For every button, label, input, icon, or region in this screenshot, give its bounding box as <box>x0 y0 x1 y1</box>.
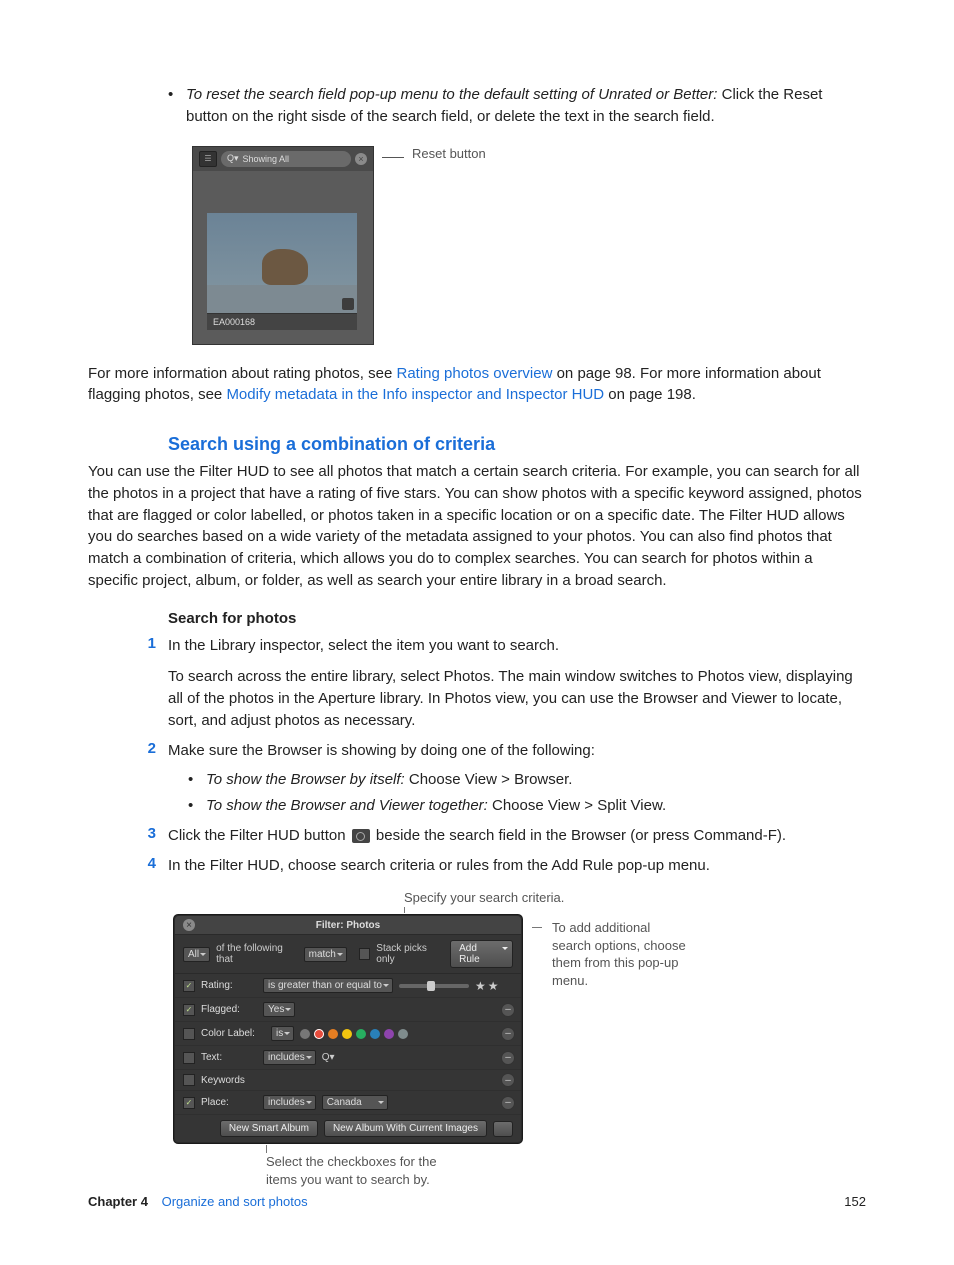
place-checkbox: ✓ <box>183 1097 195 1109</box>
rating-slider <box>399 984 469 988</box>
place-value: Canada <box>322 1095 388 1110</box>
flagged-dropdown: Yes <box>263 1002 295 1017</box>
search-glass-icon: Q▾ <box>227 153 239 164</box>
callout-top: Specify your search criteria. <box>404 890 564 905</box>
badge-icon <box>342 298 354 310</box>
match-dropdown: match <box>304 947 347 962</box>
sub-bullet-rest: Choose View > Browser. <box>409 771 573 788</box>
all-dropdown: All <box>183 947 210 962</box>
filter-hud-button-icon <box>352 829 370 843</box>
text-label: Text: <box>201 1052 257 1063</box>
callout-bottom: Select the checkboxes for the items you … <box>266 1153 466 1188</box>
footer-page: 152 <box>844 1194 866 1209</box>
paragraph-rating-info: For more information about rating photos… <box>88 363 866 407</box>
rating-label: Rating: <box>201 980 257 991</box>
footer-left: Chapter 4 Organize and sort photos <box>88 1194 308 1209</box>
close-icon: × <box>183 919 195 931</box>
new-album-button: New Album With Current Images <box>324 1120 487 1137</box>
step-number-1: 1 <box>88 635 156 732</box>
color-op-dropdown: is <box>271 1026 294 1041</box>
remove-row-icon: – <box>501 1096 515 1110</box>
bullet-text: To reset the search field pop-up menu to… <box>186 84 866 128</box>
step-3a: Click the Filter HUD button <box>168 827 350 844</box>
section-paragraph: You can use the Filter HUD to see all ph… <box>88 461 866 592</box>
text-op-dropdown: includes <box>263 1050 316 1065</box>
keywords-checkbox <box>183 1074 195 1086</box>
color-dots <box>300 1029 408 1039</box>
step-1-note: To search across the entire library, sel… <box>168 666 866 731</box>
flagged-checkbox: ✓ <box>183 1004 195 1016</box>
section-heading: Search using a combination of criteria <box>168 434 866 455</box>
stack-picks-checkbox <box>359 948 370 960</box>
search-field: Q▾ Showing All <box>221 151 351 167</box>
sub-heading: Search for photos <box>168 610 866 627</box>
sub-bullet-rest: Choose View > Split View. <box>492 797 666 814</box>
text-checkbox <box>183 1052 195 1064</box>
remove-row-icon: – <box>501 1051 515 1065</box>
place-op-dropdown: includes <box>263 1095 316 1110</box>
hud-title: Filter: Photos <box>195 920 501 931</box>
step-number-2: 2 <box>88 740 156 762</box>
thumbnail-image <box>207 213 357 313</box>
rating-op-dropdown: is greater than or equal to <box>263 978 393 993</box>
step-3b: beside the search field in the Browser (… <box>372 827 786 844</box>
reset-button-icon: × <box>355 153 367 165</box>
step-2-text: Make sure the Browser is showing by doin… <box>168 740 866 762</box>
step-number-3: 3 <box>88 825 156 847</box>
bullet: • <box>188 795 196 817</box>
color-checkbox <box>183 1028 195 1040</box>
rating-checkbox: ✓ <box>183 980 195 992</box>
rating-stars: ★★ <box>475 979 501 993</box>
step-number-4: 4 <box>88 855 156 877</box>
filter-hud-icon: ☰ <box>199 151 217 167</box>
flagged-label: Flagged: <box>201 1004 257 1015</box>
filter-hud-window: × Filter: Photos All of the following th… <box>174 915 522 1143</box>
search-placeholder: Showing All <box>243 154 290 164</box>
step-1-text: In the Library inspector, select the ite… <box>168 635 866 657</box>
thumbnail-caption: EA000168 <box>207 313 357 330</box>
color-label: Color Label: <box>201 1028 265 1039</box>
sub-bullet-lead: To show the Browser and Viewer together: <box>206 797 492 814</box>
callout-right: To add additional search options, choose… <box>552 919 692 989</box>
bullet-lead: To reset the search field pop-up menu to… <box>186 86 722 103</box>
stack-picks-label: Stack picks only <box>376 943 444 965</box>
of-following-label: of the following that <box>216 943 297 965</box>
remove-row-icon: – <box>501 1073 515 1087</box>
bullet: • <box>188 769 196 791</box>
figure-filter-hud: Specify your search criteria. × Filter: … <box>174 890 866 1188</box>
gear-icon <box>493 1121 513 1137</box>
new-smart-album-button: New Smart Album <box>220 1120 318 1137</box>
add-rule-button: Add Rule <box>450 940 513 968</box>
place-label: Place: <box>201 1097 257 1108</box>
remove-row-icon: – <box>501 1003 515 1017</box>
footer-title: Organize and sort photos <box>162 1194 308 1209</box>
callout-reset-button: Reset button <box>412 146 486 161</box>
link-rating-overview[interactable]: Rating photos overview <box>397 365 553 382</box>
remove-row-icon: – <box>501 1027 515 1041</box>
figure-search-panel: ☰ Q▾ Showing All × EA000168 Re <box>192 146 866 345</box>
link-modify-metadata[interactable]: Modify metadata in the Info inspector an… <box>226 386 604 403</box>
bullet: • <box>168 84 176 128</box>
step-4-text: In the Filter HUD, choose search criteri… <box>168 855 866 877</box>
sub-bullet-lead: To show the Browser by itself: <box>206 771 409 788</box>
footer-chapter: Chapter 4 <box>88 1194 148 1209</box>
keywords-label: Keywords <box>201 1075 257 1086</box>
search-glass-icon: Q▾ <box>322 1052 335 1063</box>
